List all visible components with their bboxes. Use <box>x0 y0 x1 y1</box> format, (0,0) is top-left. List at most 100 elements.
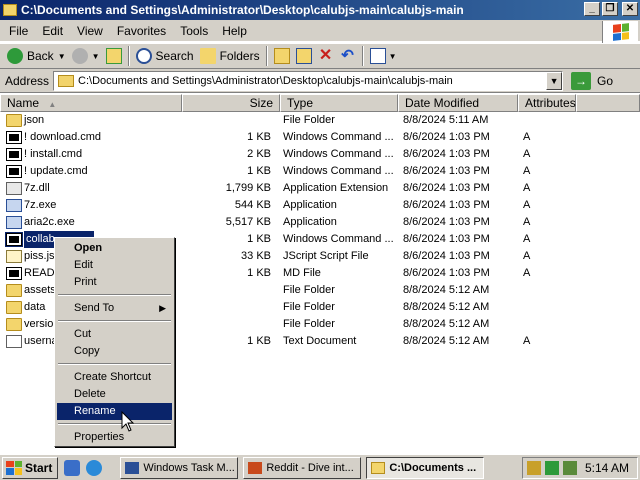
context-menu-create-shortcut[interactable]: Create Shortcut <box>57 369 172 386</box>
clock[interactable]: 5:14 AM <box>585 461 629 475</box>
menu-help[interactable]: Help <box>215 24 254 38</box>
menu-separator <box>58 294 171 296</box>
toolbar-separator <box>127 46 130 66</box>
folder-icon <box>6 301 22 314</box>
go-arrow-icon: → <box>571 71 592 90</box>
context-menu-edit[interactable]: Edit <box>57 257 172 274</box>
tray-tool-icon[interactable] <box>527 461 541 475</box>
back-button[interactable]: Back ▼ <box>4 45 69 67</box>
go-button[interactable]: → Go <box>571 71 613 90</box>
sort-arrow-icon: ▲ <box>48 100 57 109</box>
taskbar-item-reddit[interactable]: Reddit - Dive int... <box>243 456 362 479</box>
forward-button[interactable]: ▼ <box>69 45 103 67</box>
column-attributes[interactable]: Attributes <box>518 94 576 112</box>
delete-icon[interactable]: ✕ <box>318 48 334 64</box>
list-item[interactable]: 7z.dll 1,799 KB Application Extension 8/… <box>0 180 640 197</box>
menu-separator <box>58 363 171 365</box>
context-menu-copy[interactable]: Copy <box>57 343 172 360</box>
maximize-button[interactable]: ❐ <box>602 2 618 16</box>
up-folder-icon[interactable] <box>105 48 122 64</box>
menu-favorites[interactable]: Favorites <box>110 24 173 38</box>
browser-icon <box>248 461 263 474</box>
submenu-arrow-icon: ▶ <box>159 303 166 313</box>
list-item[interactable]: ! install.cmd 2 KB Windows Command ... 8… <box>0 146 640 163</box>
move-to-icon[interactable] <box>273 48 290 64</box>
windows-logo-icon <box>6 460 22 475</box>
undo-icon[interactable]: ↶ <box>340 48 356 64</box>
window-title: C:\Documents and Settings\Administrator\… <box>21 3 464 17</box>
folder-icon <box>3 4 17 16</box>
start-button[interactable]: Start <box>2 456 59 479</box>
toolbar-separator <box>361 46 364 66</box>
show-desktop-icon[interactable] <box>64 459 81 476</box>
chevron-down-icon[interactable]: ▼ <box>546 71 563 90</box>
folder-icon <box>58 74 75 87</box>
column-header: Name ▲ Size Type Date Modified Attribute… <box>0 94 640 112</box>
list-item[interactable]: 7z.exe 544 KB Application 8/6/2024 1:03 … <box>0 197 640 214</box>
chevron-down-icon[interactable]: ▼ <box>389 52 397 61</box>
context-menu-print[interactable]: Print <box>57 274 172 291</box>
context-menu-delete[interactable]: Delete <box>57 386 172 403</box>
dll-icon <box>6 182 22 195</box>
folder-icon <box>6 114 22 127</box>
close-button[interactable]: ✕ <box>622 2 638 16</box>
folder-icon <box>6 284 22 297</box>
taskbar: Start Windows Task M... Reddit - Dive in… <box>0 454 640 480</box>
context-menu: Open Edit Print Send To ▶ Cut Copy Create… <box>54 237 175 447</box>
exe-icon <box>6 216 22 229</box>
title-bar[interactable]: C:\Documents and Settings\Administrator\… <box>0 0 640 20</box>
address-label: Address <box>5 73 50 88</box>
text-file-icon <box>6 335 22 348</box>
toolbar-separator <box>265 46 268 66</box>
folder-icon <box>6 318 22 331</box>
taskbar-item-task-manager[interactable]: Windows Task M... <box>120 456 239 479</box>
folders-button[interactable]: Folders <box>197 45 263 67</box>
cmd-icon <box>6 165 22 178</box>
folders-icon <box>199 48 216 64</box>
taskbar-item-explorer[interactable]: C:\Documents ... <box>366 456 485 479</box>
column-size[interactable]: Size <box>182 94 280 112</box>
address-bar: Address C:\Documents and Settings\Admini… <box>0 69 640 93</box>
tray-volume-icon[interactable] <box>563 461 577 475</box>
list-item[interactable]: ! download.cmd 1 KB Windows Command ... … <box>0 129 640 146</box>
forward-arrow-icon <box>71 48 88 64</box>
list-item[interactable]: ! update.cmd 1 KB Windows Command ... 8/… <box>0 163 640 180</box>
context-menu-rename[interactable]: Rename <box>57 403 172 420</box>
menu-view[interactable]: View <box>70 24 110 38</box>
internet-explorer-icon[interactable] <box>86 459 103 476</box>
toolbar: Back ▼ ▼ Search Folders ✕ ↶ ▼ <box>0 43 640 69</box>
script-icon <box>6 250 22 263</box>
cmd-icon <box>6 131 22 144</box>
file-icon <box>6 267 22 280</box>
menu-file[interactable]: File <box>2 24 35 38</box>
menu-separator <box>58 320 171 322</box>
chevron-down-icon[interactable]: ▼ <box>58 52 66 61</box>
exe-icon <box>6 199 22 212</box>
context-menu-properties[interactable]: Properties <box>57 429 172 446</box>
column-name[interactable]: Name ▲ <box>0 94 182 112</box>
copy-to-icon[interactable] <box>295 48 312 64</box>
column-type[interactable]: Type <box>280 94 398 112</box>
menu-bar: File Edit View Favorites Tools Help <box>0 20 640 42</box>
context-menu-open[interactable]: Open <box>57 240 172 257</box>
context-menu-cut[interactable]: Cut <box>57 326 172 343</box>
system-tray: 5:14 AM <box>522 457 638 479</box>
task-manager-icon <box>125 461 140 474</box>
menu-edit[interactable]: Edit <box>35 24 70 38</box>
tray-network-icon[interactable] <box>545 461 559 475</box>
search-button[interactable]: Search <box>133 45 197 67</box>
address-value: C:\Documents and Settings\Administrator\… <box>78 74 453 87</box>
quick-launch <box>64 459 103 476</box>
chevron-down-icon[interactable]: ▼ <box>92 52 100 61</box>
context-menu-send-to[interactable]: Send To ▶ <box>57 300 172 317</box>
list-item[interactable]: json File Folder 8/8/2024 5:11 AM <box>0 112 640 129</box>
address-input[interactable]: C:\Documents and Settings\Administrator\… <box>53 70 564 91</box>
minimize-button[interactable]: _ <box>584 2 600 16</box>
column-date-modified[interactable]: Date Modified <box>398 94 518 112</box>
menu-tools[interactable]: Tools <box>173 24 215 38</box>
views-icon[interactable] <box>369 48 386 64</box>
menu-separator <box>58 423 171 425</box>
list-item[interactable]: aria2c.exe 5,517 KB Application 8/6/2024… <box>0 214 640 231</box>
column-filler <box>576 94 640 112</box>
back-arrow-icon <box>7 48 23 64</box>
